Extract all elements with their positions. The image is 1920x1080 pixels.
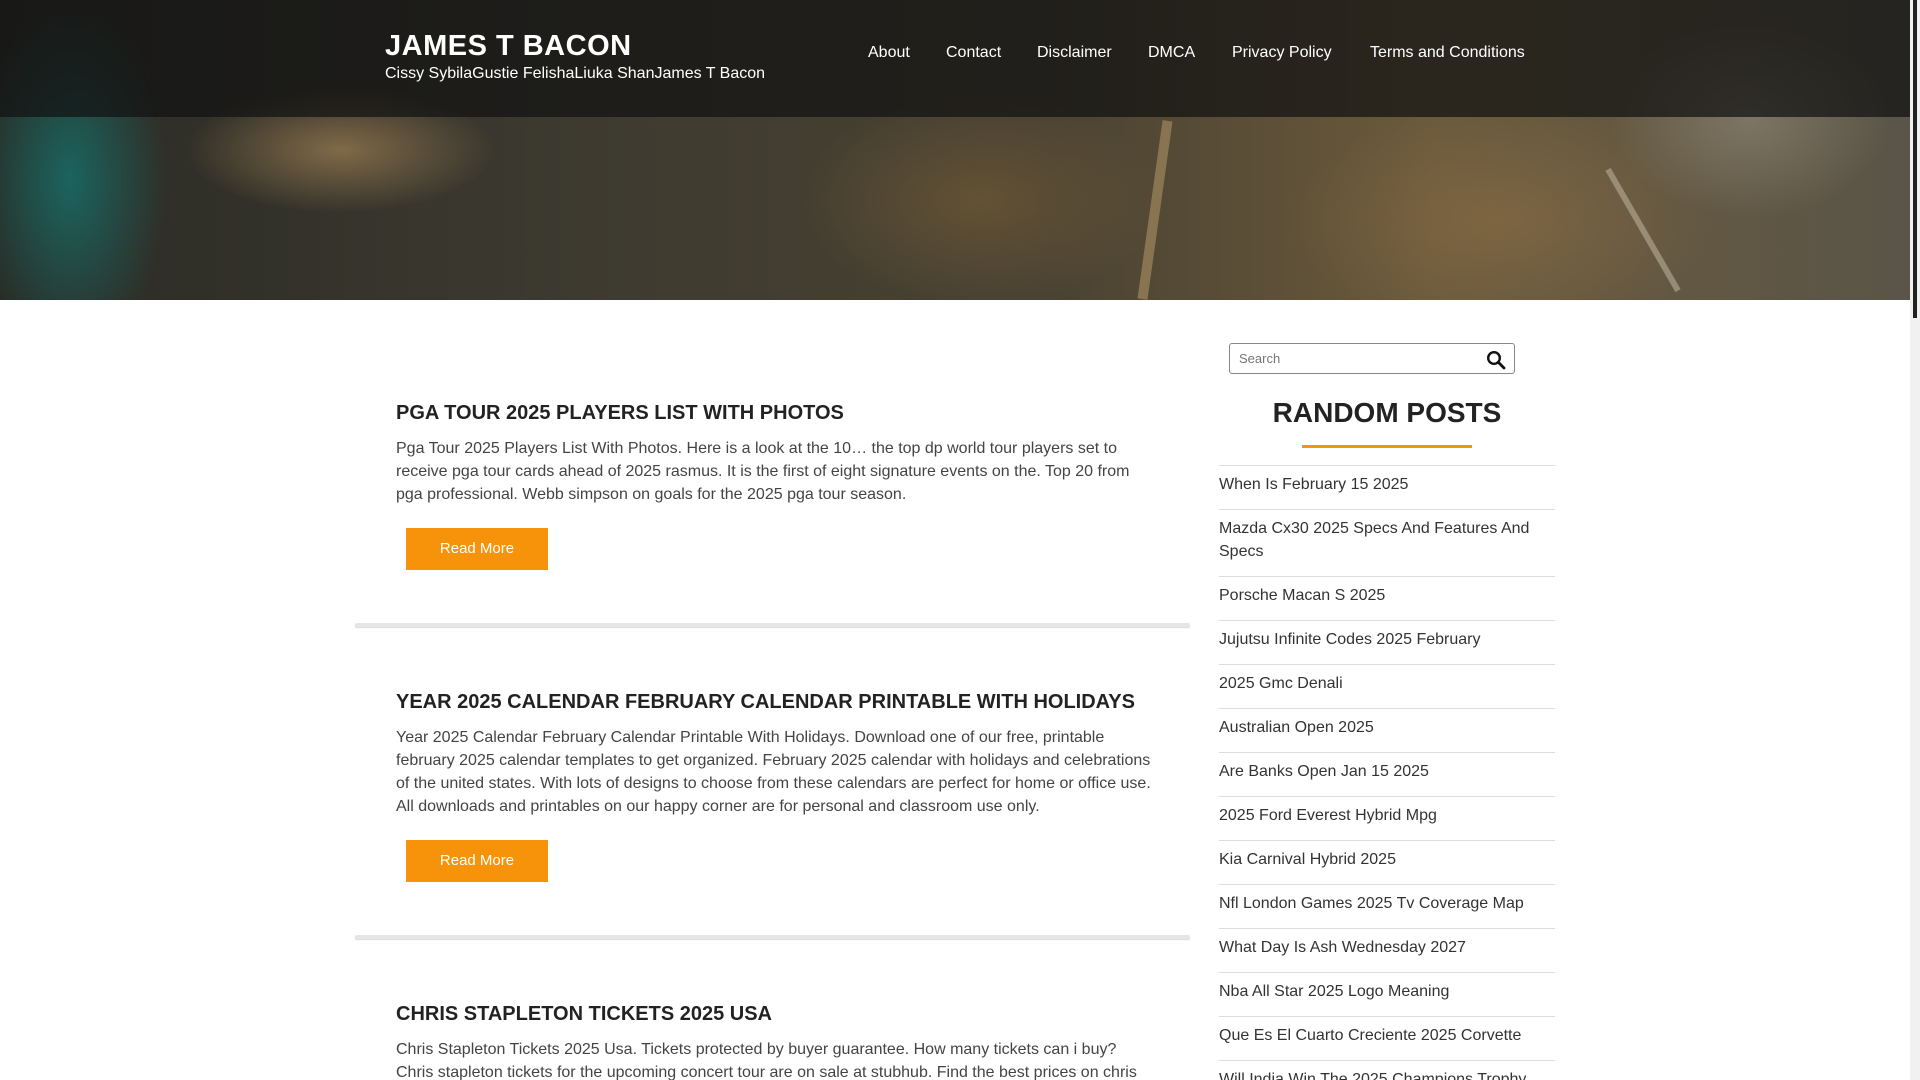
read-more-button[interactable]: Read More — [406, 840, 548, 882]
random-posts-title: RANDOM POSTS — [1272, 397, 1502, 428]
nav-item-contact[interactable]: Contact — [946, 44, 1001, 62]
search-input[interactable] — [1230, 344, 1470, 373]
post-divider — [355, 623, 1190, 627]
random-post-link[interactable]: Mazda Cx30 2025 Specs And Features And S… — [1219, 509, 1555, 576]
random-post-link[interactable]: Nba All Star 2025 Logo Meaning — [1219, 972, 1555, 1016]
site-tagline: Cissy SybilaGustie FelishaLiuka ShanJame… — [385, 65, 766, 82]
post-title[interactable]: CHRIS STAPLETON TICKETS 2025 USA — [396, 1003, 1190, 1026]
search-icon[interactable] — [1486, 350, 1506, 370]
random-post-link[interactable]: 2025 Ford Everest Hybrid Mpg — [1219, 796, 1555, 840]
random-post-link[interactable]: Will India Win The 2025 Champions Trophy — [1219, 1060, 1555, 1080]
random-posts-list: When Is February 15 2025 Mazda Cx30 2025… — [1219, 465, 1555, 1080]
random-post-link[interactable]: Kia Carnival Hybrid 2025 — [1219, 840, 1555, 884]
nav-item-privacy-policy[interactable]: Privacy Policy — [1232, 44, 1332, 62]
random-post-link[interactable]: Que Es El Cuarto Creciente 2025 Corvette — [1219, 1016, 1555, 1060]
hero-decoration — [1605, 167, 1681, 293]
post-divider — [355, 935, 1190, 939]
random-post-link[interactable]: What Day Is Ash Wednesday 2027 — [1219, 928, 1555, 972]
nav-item-about[interactable]: About — [868, 44, 910, 62]
site-title[interactable]: JAMES T BACON — [385, 30, 632, 63]
scrollbar-thumb[interactable] — [1913, 0, 1917, 318]
post-title[interactable]: YEAR 2025 CALENDAR FEBRUARY CALENDAR PRI… — [396, 691, 1190, 714]
nav-item-terms-and-conditions[interactable]: Terms and Conditions — [1370, 44, 1525, 62]
hero-decoration — [1137, 120, 1173, 300]
post-excerpt: Pga Tour 2025 Players List With Photos. … — [396, 440, 1130, 503]
post-title[interactable]: PGA TOUR 2025 PLAYERS LIST WITH PHOTOS — [396, 402, 1190, 425]
read-more-button[interactable]: Read More — [406, 528, 548, 570]
random-post-link[interactable]: Porsche Macan S 2025 — [1219, 576, 1555, 620]
nav-item-dmca[interactable]: DMCA — [1148, 44, 1195, 62]
title-underline — [1302, 445, 1472, 448]
random-post-link[interactable]: Australian Open 2025 — [1219, 708, 1555, 752]
random-post-link[interactable]: Nfl London Games 2025 Tv Coverage Map — [1219, 884, 1555, 928]
post-card: PGA TOUR 2025 PLAYERS LIST WITH PHOTOS P… — [355, 402, 1190, 570]
random-post-link[interactable]: Jujutsu Infinite Codes 2025 February — [1219, 620, 1555, 664]
random-post-link[interactable]: Are Banks Open Jan 15 2025 — [1219, 752, 1555, 796]
nav-item-disclaimer[interactable]: Disclaimer — [1037, 44, 1112, 62]
scrollbar[interactable] — [1910, 0, 1920, 1080]
post-card: YEAR 2025 CALENDAR FEBRUARY CALENDAR PRI… — [355, 691, 1190, 882]
post-excerpt: Year 2025 Calendar February Calendar Pri… — [396, 729, 1151, 815]
search-box — [1229, 343, 1515, 374]
post-card: CHRIS STAPLETON TICKETS 2025 USA Chris S… — [355, 1003, 1190, 1080]
random-post-link[interactable]: 2025 Gmc Denali — [1219, 664, 1555, 708]
random-post-link[interactable]: When Is February 15 2025 — [1219, 465, 1555, 509]
post-excerpt: Chris Stapleton Tickets 2025 Usa. Ticket… — [396, 1041, 1137, 1080]
